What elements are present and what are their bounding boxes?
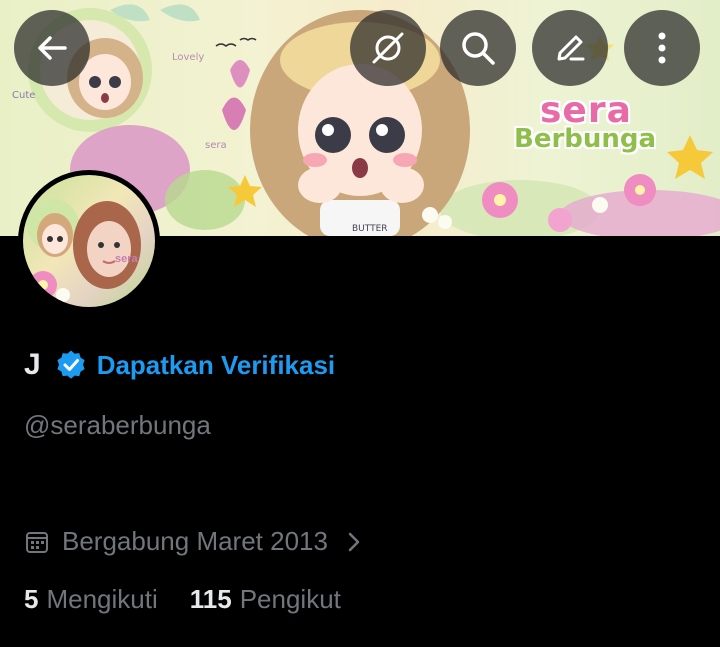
verified-badge-icon[interactable] — [55, 349, 87, 381]
arrow-left-icon — [38, 36, 67, 60]
banner-shirt-text: BUTTER — [352, 224, 388, 234]
banner-sticker-sera: sera — [205, 140, 227, 151]
followers-link[interactable]: 115 Pengikut — [190, 584, 341, 615]
grok-button[interactable] — [350, 10, 426, 86]
banner-sticker-cute: Cute — [12, 90, 36, 101]
username-handle: @seraberbunga — [24, 410, 211, 440]
grok-icon — [372, 32, 404, 64]
back-button[interactable] — [14, 10, 90, 86]
search-icon — [462, 32, 495, 65]
follow-stats: 5 Mengikuti 115 Pengikut — [24, 584, 341, 615]
banner-title-berbunga: Berbunga — [514, 124, 657, 154]
followers-count: 115 — [189, 584, 232, 614]
joined-date-row[interactable]: Bergabung Maret 2013 — [24, 526, 362, 557]
following-label: Mengikuti — [46, 584, 158, 614]
joined-date-text: Bergabung Maret 2013 — [62, 526, 328, 556]
calendar-icon — [26, 531, 48, 553]
search-button[interactable] — [440, 10, 516, 86]
name-row: J Dapatkan Verifikasi — [24, 348, 335, 382]
avatar[interactable]: sera — [18, 170, 160, 312]
display-name: J — [24, 348, 41, 381]
banner-sticker-lovely: Lovely — [172, 52, 205, 63]
avatar-illustration — [27, 199, 141, 302]
following-link[interactable]: 5 Mengikuti — [24, 584, 158, 615]
more-options-button[interactable] — [624, 10, 700, 86]
avatar-image: sera — [23, 175, 155, 307]
pencil-icon — [557, 35, 585, 61]
following-count: 5 — [24, 584, 39, 614]
get-verified-link[interactable]: Dapatkan Verifikasi — [97, 350, 335, 381]
avatar-badge-text: sera — [115, 253, 138, 265]
chevron-right-icon — [348, 532, 360, 551]
followers-label: Pengikut — [239, 584, 341, 614]
more-vertical-icon — [658, 32, 666, 64]
edit-button[interactable] — [532, 10, 608, 86]
